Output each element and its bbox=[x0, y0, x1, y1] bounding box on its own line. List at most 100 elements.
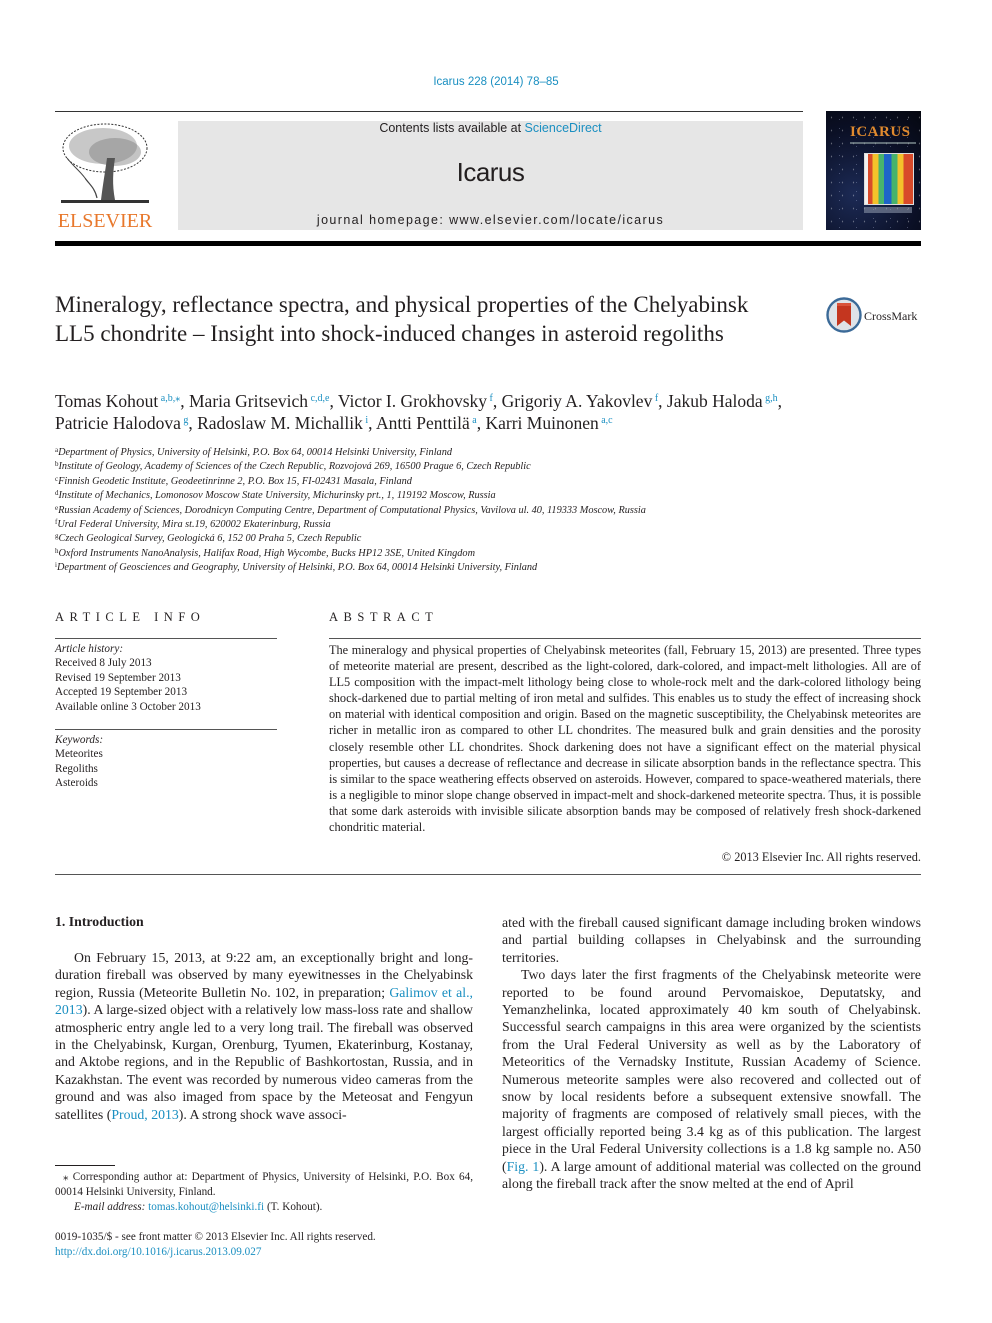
history-accepted: Accepted 19 September 2013 bbox=[55, 686, 188, 699]
affiliation-text: Department of Geosciences and Geography,… bbox=[56, 562, 538, 574]
front-matter-block: 0019-1035/$ - see front matter © 2013 El… bbox=[55, 1230, 555, 1259]
author-separator: , bbox=[180, 391, 189, 411]
footnote-rule bbox=[55, 1165, 115, 1166]
cover-subtitle-bar bbox=[850, 142, 916, 144]
abstract-copyright: © 2013 Elsevier Inc. All rights reserved… bbox=[721, 850, 921, 864]
email-suffix: (T. Kohout). bbox=[264, 1201, 323, 1214]
email-note: E-mail address: tomas.kohout@helsinki.fi… bbox=[55, 1200, 473, 1215]
journal-name: Icarus bbox=[456, 157, 525, 187]
author-name[interactable]: Maria Gritsevich bbox=[189, 391, 308, 411]
affiliation-text: Russian Academy of Sciences, Dorodnicyn … bbox=[58, 504, 646, 516]
author-separator: , bbox=[329, 391, 338, 411]
affiliation-text: Institute of Mechanics, Lomonosov Moscow… bbox=[58, 490, 496, 502]
keyword: Asteroids bbox=[55, 777, 98, 790]
figure-link-fig1[interactable]: Fig. 1 bbox=[507, 1159, 540, 1174]
history-received: Received 8 July 2013 bbox=[55, 657, 152, 670]
author-name[interactable]: Tomas Kohout bbox=[55, 391, 158, 411]
author-separator: , bbox=[188, 413, 198, 433]
author-name[interactable]: Antti Penttilä bbox=[376, 413, 470, 433]
cover-figure bbox=[864, 153, 914, 205]
article-info-heading: ARTICLE INFO bbox=[55, 610, 206, 624]
affiliation-item: cFinnish Geodetic Institute, Geodeetinri… bbox=[55, 475, 925, 489]
author-name[interactable]: Jakub Haloda bbox=[667, 391, 763, 411]
crossmark-button[interactable]: CrossMark bbox=[826, 297, 926, 333]
affiliation-item: eRussian Academy of Sciences, Dorodnicyn… bbox=[55, 504, 925, 518]
author-name[interactable]: Grigoriy A. Yakovlev bbox=[502, 391, 653, 411]
author-affiliation-marker[interactable]: a bbox=[470, 415, 476, 426]
keywords-label: Keywords: bbox=[55, 734, 104, 746]
abstract-text: The mineralogy and physical properties o… bbox=[329, 643, 921, 835]
author-separator: , bbox=[368, 413, 376, 433]
crossmark-label: CrossMark bbox=[864, 309, 918, 323]
keyword: Regoliths bbox=[55, 762, 98, 775]
history-online: Available online 3 October 2013 bbox=[55, 700, 201, 713]
abstract-rule bbox=[329, 638, 921, 639]
keywords-block: Keywords: Meteorites Regoliths Asteroids bbox=[55, 733, 277, 791]
author-separator: , bbox=[777, 391, 783, 411]
author-name[interactable]: Victor I. Grokhovsky bbox=[338, 391, 487, 411]
paragraph-text: ). A large amount of additional material… bbox=[502, 1158, 921, 1192]
section-heading-introduction: 1. Introduction bbox=[55, 914, 144, 929]
doi-link[interactable]: http://dx.doi.org/10.1016/j.icarus.2013.… bbox=[55, 1245, 555, 1260]
author-separator: , bbox=[492, 391, 502, 411]
affiliation-item: bInstitute of Geology, Academy of Scienc… bbox=[55, 460, 925, 474]
affiliation-item: iDepartment of Geosciences and Geography… bbox=[55, 561, 925, 575]
paragraph-text: ). A large-sized object with a relativel… bbox=[55, 1002, 473, 1122]
abstract-heading: ABSTRACT bbox=[329, 610, 439, 624]
journal-homepage-link[interactable]: journal homepage: www.elsevier.com/locat… bbox=[178, 213, 803, 227]
corresponding-note: ⁎ Corresponding author at: Department of… bbox=[55, 1171, 473, 1199]
article-info-rule bbox=[55, 638, 277, 639]
contents-available-line: Contents lists available at ScienceDirec… bbox=[178, 121, 803, 135]
author-separator: , bbox=[658, 391, 667, 411]
email-label: E-mail address: bbox=[74, 1201, 149, 1214]
paragraph-text: Two days later the first fragments of th… bbox=[502, 967, 921, 1174]
cover-caption-bar bbox=[864, 207, 912, 213]
crossmark-icon bbox=[826, 297, 862, 333]
article-history-label: Article history: bbox=[55, 643, 124, 655]
paragraph: ated with the fireball caused significan… bbox=[502, 915, 921, 965]
affiliation-text: Institute of Geology, Academy of Science… bbox=[58, 461, 531, 473]
affiliation-item: gCzech Geological Survey, Geologická 6, … bbox=[55, 532, 925, 546]
paragraph: Two days later the first fragments of th… bbox=[502, 966, 921, 1192]
paragraph: On February 15, 2013, at 9:22 am, an exc… bbox=[55, 949, 473, 1123]
corresponding-author-footnote: ⁎ Corresponding author at: Department of… bbox=[55, 1170, 473, 1216]
author-list: Tomas Kohout a,b,⁎, Maria Gritsevich c,d… bbox=[55, 390, 925, 434]
issn-copyright: 0019-1035/$ - see front matter © 2013 El… bbox=[55, 1231, 376, 1243]
elsevier-wordmark: ELSEVIER bbox=[57, 210, 153, 232]
author-affiliation-marker[interactable]: a,c bbox=[599, 415, 612, 426]
body-column-left: On February 15, 2013, at 9:22 am, an exc… bbox=[55, 949, 473, 1123]
affiliation-item: fUral Federal University, Mira st.19, 62… bbox=[55, 518, 925, 532]
tree-icon bbox=[61, 123, 149, 203]
history-revised: Revised 19 September 2013 bbox=[55, 671, 181, 684]
author-affiliation-marker[interactable]: g,h bbox=[763, 393, 778, 404]
front-section-rule bbox=[55, 874, 921, 875]
paragraph-text: ). A strong shock wave associ- bbox=[178, 1106, 347, 1122]
affiliation-text: Finnish Geodetic Institute, Geodeetinrin… bbox=[58, 475, 412, 487]
author-affiliation-marker[interactable]: c,d,e bbox=[308, 393, 330, 404]
citation-link-proud[interactable]: Proud, 2013 bbox=[111, 1107, 178, 1122]
journal-citation-link[interactable]: Icarus 228 (2014) 78–85 bbox=[0, 76, 992, 88]
affiliation-text: Ural Federal University, Mira st.19, 620… bbox=[57, 519, 331, 531]
cover-title: ICARUS bbox=[850, 124, 911, 140]
affiliation-text: Oxford Instruments NanoAnalysis, Halifax… bbox=[58, 547, 476, 559]
affiliation-text: Department of Physics, University of Hel… bbox=[58, 447, 452, 458]
article-title: Mineralogy, reflectance spectra, and phy… bbox=[55, 292, 749, 346]
header-rule bbox=[55, 111, 803, 112]
body-column-right: ated with the fireball caused significan… bbox=[502, 914, 921, 1193]
affiliation-text: Czech Geological Survey, Geologická 6, 1… bbox=[58, 533, 362, 545]
affiliation-item: dInstitute of Mechanics, Lomonosov Mosco… bbox=[55, 489, 925, 503]
keywords-rule bbox=[55, 729, 277, 730]
affiliation-item: hOxford Instruments NanoAnalysis, Halifa… bbox=[55, 547, 925, 561]
email-link[interactable]: tomas.kohout@helsinki.fi bbox=[148, 1201, 264, 1213]
header-thick-rule bbox=[55, 241, 921, 246]
author-name[interactable]: Radoslaw M. Michallik bbox=[197, 413, 363, 433]
sciencedirect-link[interactable]: ScienceDirect bbox=[525, 121, 602, 135]
affiliation-item: aDepartment of Physics, University of He… bbox=[55, 446, 925, 460]
author-affiliation-marker[interactable]: a,b,⁎ bbox=[158, 393, 180, 404]
keyword: Meteorites bbox=[55, 748, 103, 761]
author-name[interactable]: Karri Muinonen bbox=[485, 413, 598, 433]
affiliation-list: aDepartment of Physics, University of He… bbox=[55, 446, 925, 576]
journal-cover-image[interactable]: ICARUS bbox=[826, 111, 921, 230]
author-name[interactable]: Patricie Halodova bbox=[55, 413, 181, 433]
article-history: Article history: Received 8 July 2013 Re… bbox=[55, 642, 277, 714]
